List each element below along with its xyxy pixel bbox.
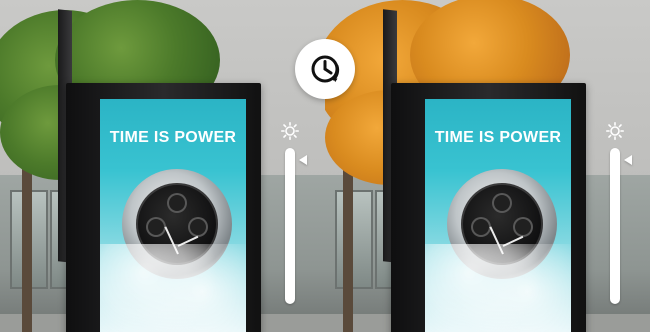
watch-subdial [492, 193, 512, 213]
water-splash [100, 244, 246, 332]
sun-icon [281, 122, 299, 140]
kiosk-screen: TIME IS POWER [425, 99, 571, 332]
watch-subdial [188, 217, 208, 237]
watch-subdial [513, 217, 533, 237]
watch-subdial [146, 217, 166, 237]
kiosk-screen: TIME IS POWER [100, 99, 246, 332]
building-window [335, 190, 373, 289]
comparison-stage: TIME IS POWER TIME IS POWER [0, 0, 650, 332]
digital-signage-kiosk: TIME IS POWER [66, 83, 261, 332]
ad-headline: TIME IS POWER [434, 129, 562, 146]
slider-level-pointer[interactable] [624, 155, 632, 166]
time-cycle-button[interactable] [295, 39, 355, 99]
clock-refresh-icon [311, 55, 340, 83]
brightness-slider-left[interactable] [275, 122, 307, 307]
digital-signage-kiosk: TIME IS POWER [391, 83, 586, 332]
watch-subdial [167, 193, 187, 213]
tree-trunk [343, 160, 353, 332]
panel-right: TIME IS POWER [325, 0, 650, 332]
sun-icon [606, 122, 624, 140]
tree-trunk [22, 160, 32, 332]
ad-headline: TIME IS POWER [109, 129, 237, 146]
slider-track[interactable] [610, 148, 620, 304]
slider-track[interactable] [285, 148, 295, 304]
watch-subdial [471, 217, 491, 237]
slider-level-pointer[interactable] [299, 155, 307, 166]
panel-left: TIME IS POWER [0, 0, 325, 332]
water-splash [425, 244, 571, 332]
brightness-slider-right[interactable] [600, 122, 632, 307]
